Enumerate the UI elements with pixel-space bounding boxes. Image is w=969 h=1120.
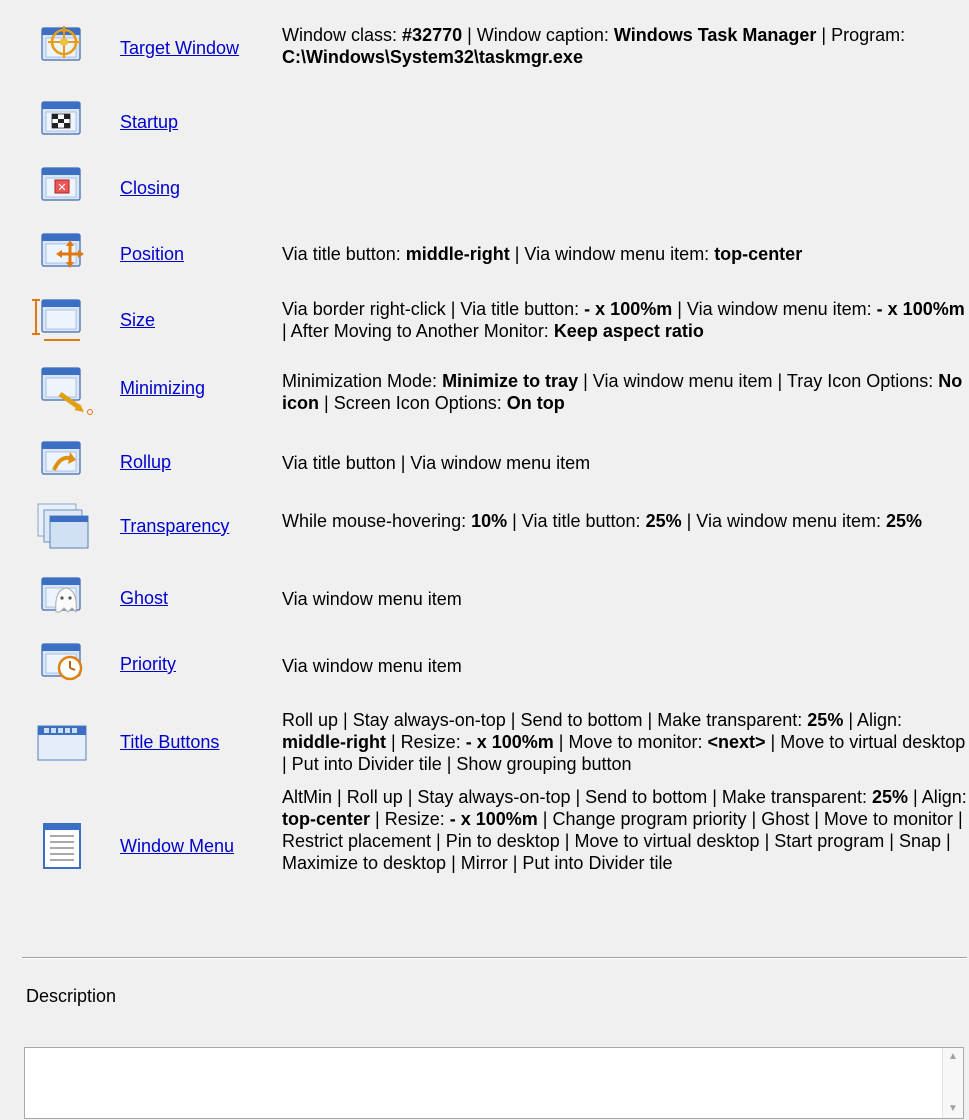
setting-text: Via title button: [282,244,406,264]
link-position[interactable]: Position [120,244,184,265]
scroll-up-arrow-icon[interactable]: ▲ [948,1052,958,1062]
setting-text: | Move to monitor: [553,732,708,752]
link-title-buttons[interactable]: Title Buttons [120,732,219,753]
setting-text: | Align: [843,710,903,730]
settings-description: Via window menu item [282,655,968,677]
setting-value: Keep aspect ratio [553,321,704,341]
description-scrollbar[interactable]: ▲ ▼ [942,1048,963,1118]
setting-text: | Via window menu item: [681,511,887,531]
link-size[interactable]: Size [120,310,155,331]
closing-icon: ✕ [30,162,94,218]
setting-text: While mouse-hovering: [282,511,472,531]
setting-value: - x 100%m [876,299,965,319]
setting-value: 10% [471,511,508,531]
settings-description: Via title button | Via window menu item [282,452,968,474]
settings-description: Minimization Mode: Minimize to tray | Vi… [282,370,968,414]
size-icon [30,294,94,350]
setting-value: 25% [871,787,909,807]
setting-value: C:\Windows\System32\taskmgr.exe [282,47,583,67]
position-icon [30,228,94,284]
setting-text: | Via title button: [507,511,646,531]
setting-value: - x 100%m [465,732,554,752]
transparency-icon [30,500,94,556]
setting-text: Minimization Mode: [282,371,443,391]
setting-text: Via border right-click | Via title butto… [282,299,585,319]
startup-icon [30,96,94,152]
setting-text: | Via window menu item: [672,299,877,319]
setting-text: | Align: [908,787,967,807]
setting-value: #32770 [402,25,463,45]
link-startup[interactable]: Startup [120,112,178,133]
link-rollup[interactable]: Rollup [120,452,171,473]
settings-description: Via border right-click | Via title butto… [282,298,968,342]
settings-description: While mouse-hovering: 10% | Via title bu… [282,510,968,532]
setting-text: Roll up | Stay always-on-top | Send to b… [282,710,808,730]
setting-value: top-center [714,244,803,264]
setting-text: | Via window menu item: [509,244,715,264]
setting-value: <next> [707,732,766,752]
settings-description: Window class: #32770 | Window caption: W… [282,24,968,68]
setting-text: AltMin | Roll up | Stay always-on-top | … [282,787,872,807]
setting-value: middle-right [405,244,510,264]
setting-value: 25% [886,511,923,531]
setting-value: Windows Task Manager [613,25,817,45]
setting-text: | Via window menu item | Tray Icon Optio… [578,371,939,391]
setting-text: Window class: [282,25,403,45]
setting-text: | Program: [816,25,906,45]
link-closing[interactable]: Closing [120,178,180,199]
setting-value: top-center [282,809,371,829]
setting-value: - x 100%m [584,299,673,319]
settings-description: Roll up | Stay always-on-top | Send to b… [282,709,968,775]
setting-text: | Screen Icon Options: [319,393,507,413]
link-priority[interactable]: Priority [120,654,176,675]
minimizing-icon [30,362,94,418]
window-menu-icon [30,820,94,876]
setting-value: Minimize to tray [442,371,579,391]
link-transparency[interactable]: Transparency [120,516,229,537]
link-window-menu[interactable]: Window Menu [120,836,234,857]
setting-text: Via title button | Via window menu item [282,453,591,473]
svg-text:✕: ✕ [57,181,66,194]
link-target-window[interactable]: Target Window [120,38,239,59]
setting-text: | After Moving to Another Monitor: [282,321,554,341]
scroll-down-arrow-icon[interactable]: ▼ [948,1104,958,1114]
setting-value: - x 100%m [449,809,538,829]
ghost-icon [30,572,94,628]
settings-description: AltMin | Roll up | Stay always-on-top | … [282,786,968,874]
setting-value: On top [506,393,565,413]
setting-text: Via window menu item [282,589,462,609]
title-buttons-icon [30,716,94,772]
description-field[interactable]: ▲ ▼ [24,1047,964,1119]
link-ghost[interactable]: Ghost [120,588,168,609]
settings-description: Via title button: middle-right | Via win… [282,243,968,265]
setting-text: | Window caption: [462,25,614,45]
settings-description: Via window menu item [282,588,968,610]
separator [22,957,967,959]
setting-value: middle-right [282,732,386,752]
setting-value: 25% [645,511,682,531]
setting-text: Via window menu item [282,656,462,676]
target-window-icon [30,22,94,78]
rollup-icon [30,436,94,492]
setting-text: | Resize: [370,809,450,829]
description-label: Description [26,986,117,1006]
priority-icon [30,638,94,694]
link-minimizing[interactable]: Minimizing [120,378,205,399]
setting-value: 25% [807,710,844,730]
setting-text: | Resize: [386,732,466,752]
